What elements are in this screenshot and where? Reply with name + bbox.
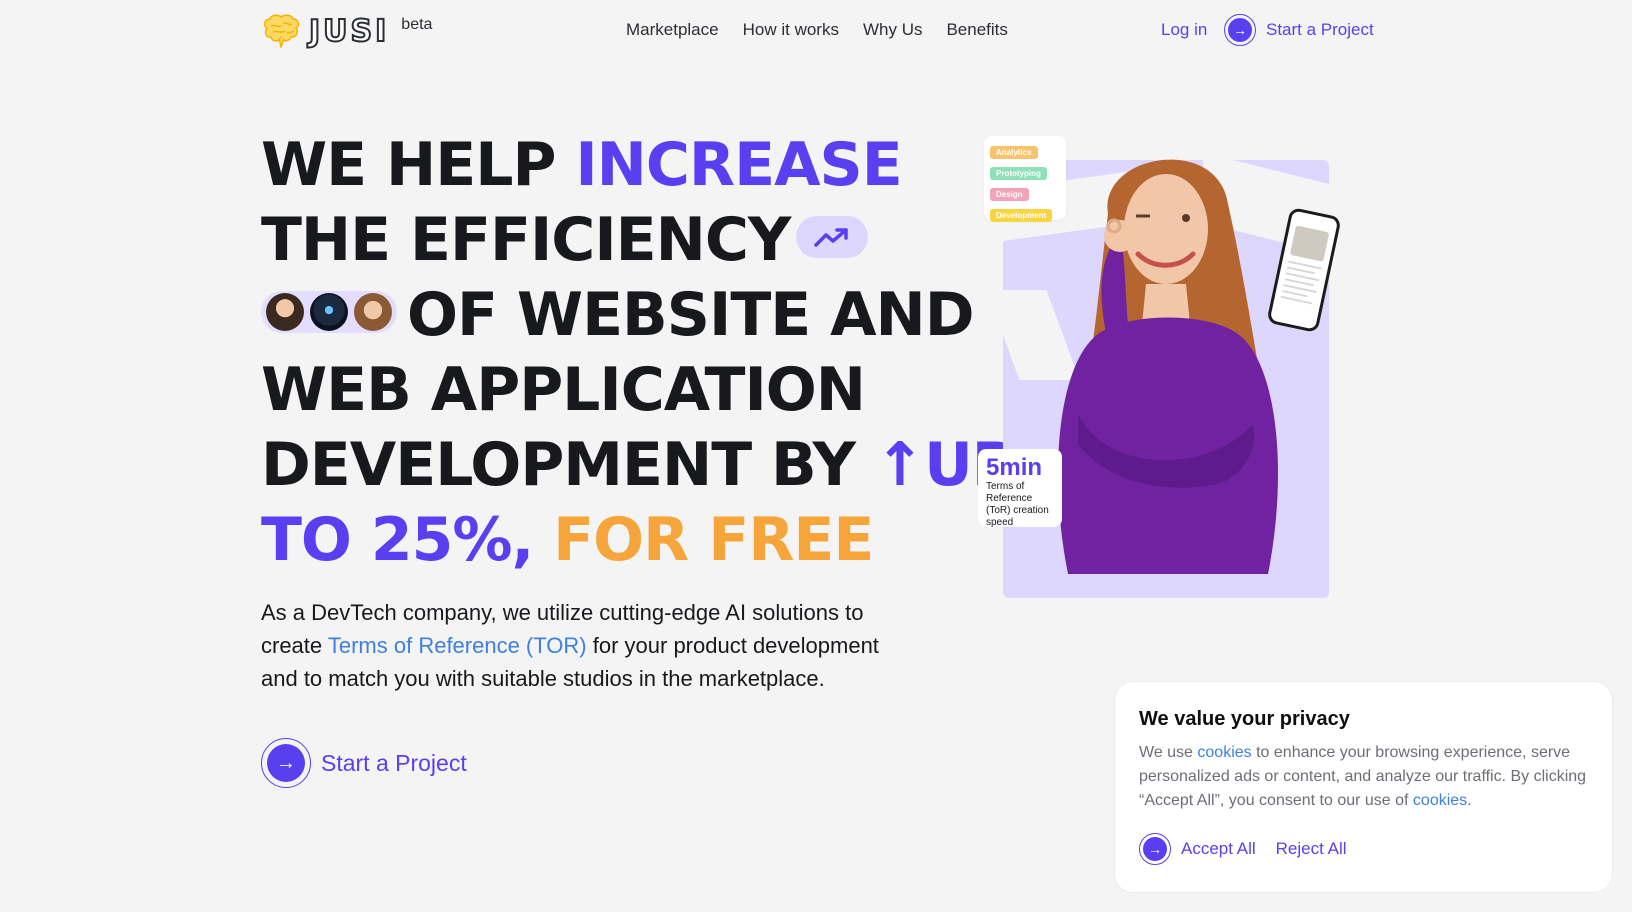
logo-wordmark: JUSI [308, 13, 390, 50]
hero-title-line-2: THE EFFICIENCY [261, 203, 921, 278]
hero-description: As a DevTech company, we utilize cutting… [261, 596, 901, 695]
cookie-text: We use cookies to enhance your browsing … [1139, 741, 1588, 813]
title-text: WEB APPLICATION [261, 355, 866, 425]
main-nav: Marketplace How it works Why Us Benefits [626, 20, 1008, 40]
accept-all-button[interactable]: → Accept All [1139, 833, 1256, 865]
hero-visual: Analytics Prototyping Design Development… [978, 136, 1362, 598]
arrow-circle-icon: → [1139, 833, 1171, 865]
reject-all-button[interactable]: Reject All [1276, 839, 1347, 859]
header-start-project-button[interactable]: → Start a Project [1224, 14, 1374, 46]
title-text: THE EFFICIENCY [261, 205, 791, 275]
hero-title-line-3: OF WEBSITE AND [261, 278, 975, 353]
logo[interactable]: JUSI beta [261, 13, 433, 50]
title-text: DEVELOPMENT BY [261, 430, 875, 500]
cookie-title: We value your privacy [1139, 708, 1350, 730]
cookies-link[interactable]: cookies [1413, 792, 1467, 809]
title-text: WE HELP [261, 130, 576, 200]
title-comma: , [511, 505, 554, 575]
beta-label: beta [401, 16, 433, 33]
hero-start-project-button[interactable]: → Start a Project [261, 738, 467, 788]
arrow-circle-icon: → [261, 738, 311, 788]
title-highlight: INCREASE [575, 130, 902, 200]
site-header: JUSI beta Marketplace How it works Why U… [0, 0, 1632, 64]
title-highlight: TO 25% [261, 505, 512, 575]
trending-up-icon [796, 216, 869, 259]
hero-title: WE HELP INCREASE THE EFFICIENCY OF WEBSI… [261, 128, 1016, 578]
header-cta-label: Start a Project [1266, 20, 1374, 39]
login-link[interactable]: Log in [1161, 20, 1207, 40]
hero-title-line-4: WEB APPLICATION [261, 353, 921, 428]
accept-all-label: Accept All [1181, 839, 1256, 858]
stat-card: 5min Terms of Reference (ToR) creation s… [978, 449, 1062, 528]
cookie-text-part: . [1467, 792, 1472, 809]
tag-analytics: Analytics [990, 146, 1038, 159]
cookie-text-part: We use [1139, 744, 1198, 761]
stat-label: Terms of Reference (ToR) creation speed [986, 481, 1049, 528]
arrow-circle-icon: → [1224, 14, 1256, 46]
nav-benefits[interactable]: Benefits [946, 20, 1007, 40]
avatar [266, 293, 304, 332]
avatar [354, 293, 392, 332]
cookies-link[interactable]: cookies [1197, 744, 1251, 761]
cookie-actions: → Accept All Reject All [1139, 833, 1347, 865]
hero-cta-label: Start a Project [321, 749, 467, 776]
nav-how-it-works[interactable]: How it works [743, 20, 839, 40]
cookie-banner: We value your privacy We use cookies to … [1115, 682, 1612, 892]
robot-avatar [310, 293, 348, 332]
tor-link[interactable]: Terms of Reference (TOR) [328, 633, 587, 658]
hero-title-line-6: TO 25%, FOR FREE [261, 503, 921, 578]
title-free: FOR FREE [553, 505, 874, 575]
tag-design: Design [990, 188, 1029, 201]
hero-title-line-1: WE HELP INCREASE [261, 128, 921, 203]
nav-marketplace[interactable]: Marketplace [626, 20, 719, 40]
stat-value: 5min [986, 454, 1043, 481]
avatar-group [261, 291, 397, 334]
brain-logo-icon [263, 14, 300, 48]
title-text: OF WEBSITE AND [407, 280, 975, 350]
hero-title-line-5: DEVELOPMENT BY ↑UP [261, 428, 1016, 503]
nav-why-us[interactable]: Why Us [863, 20, 923, 40]
woman-photo [1058, 159, 1278, 574]
